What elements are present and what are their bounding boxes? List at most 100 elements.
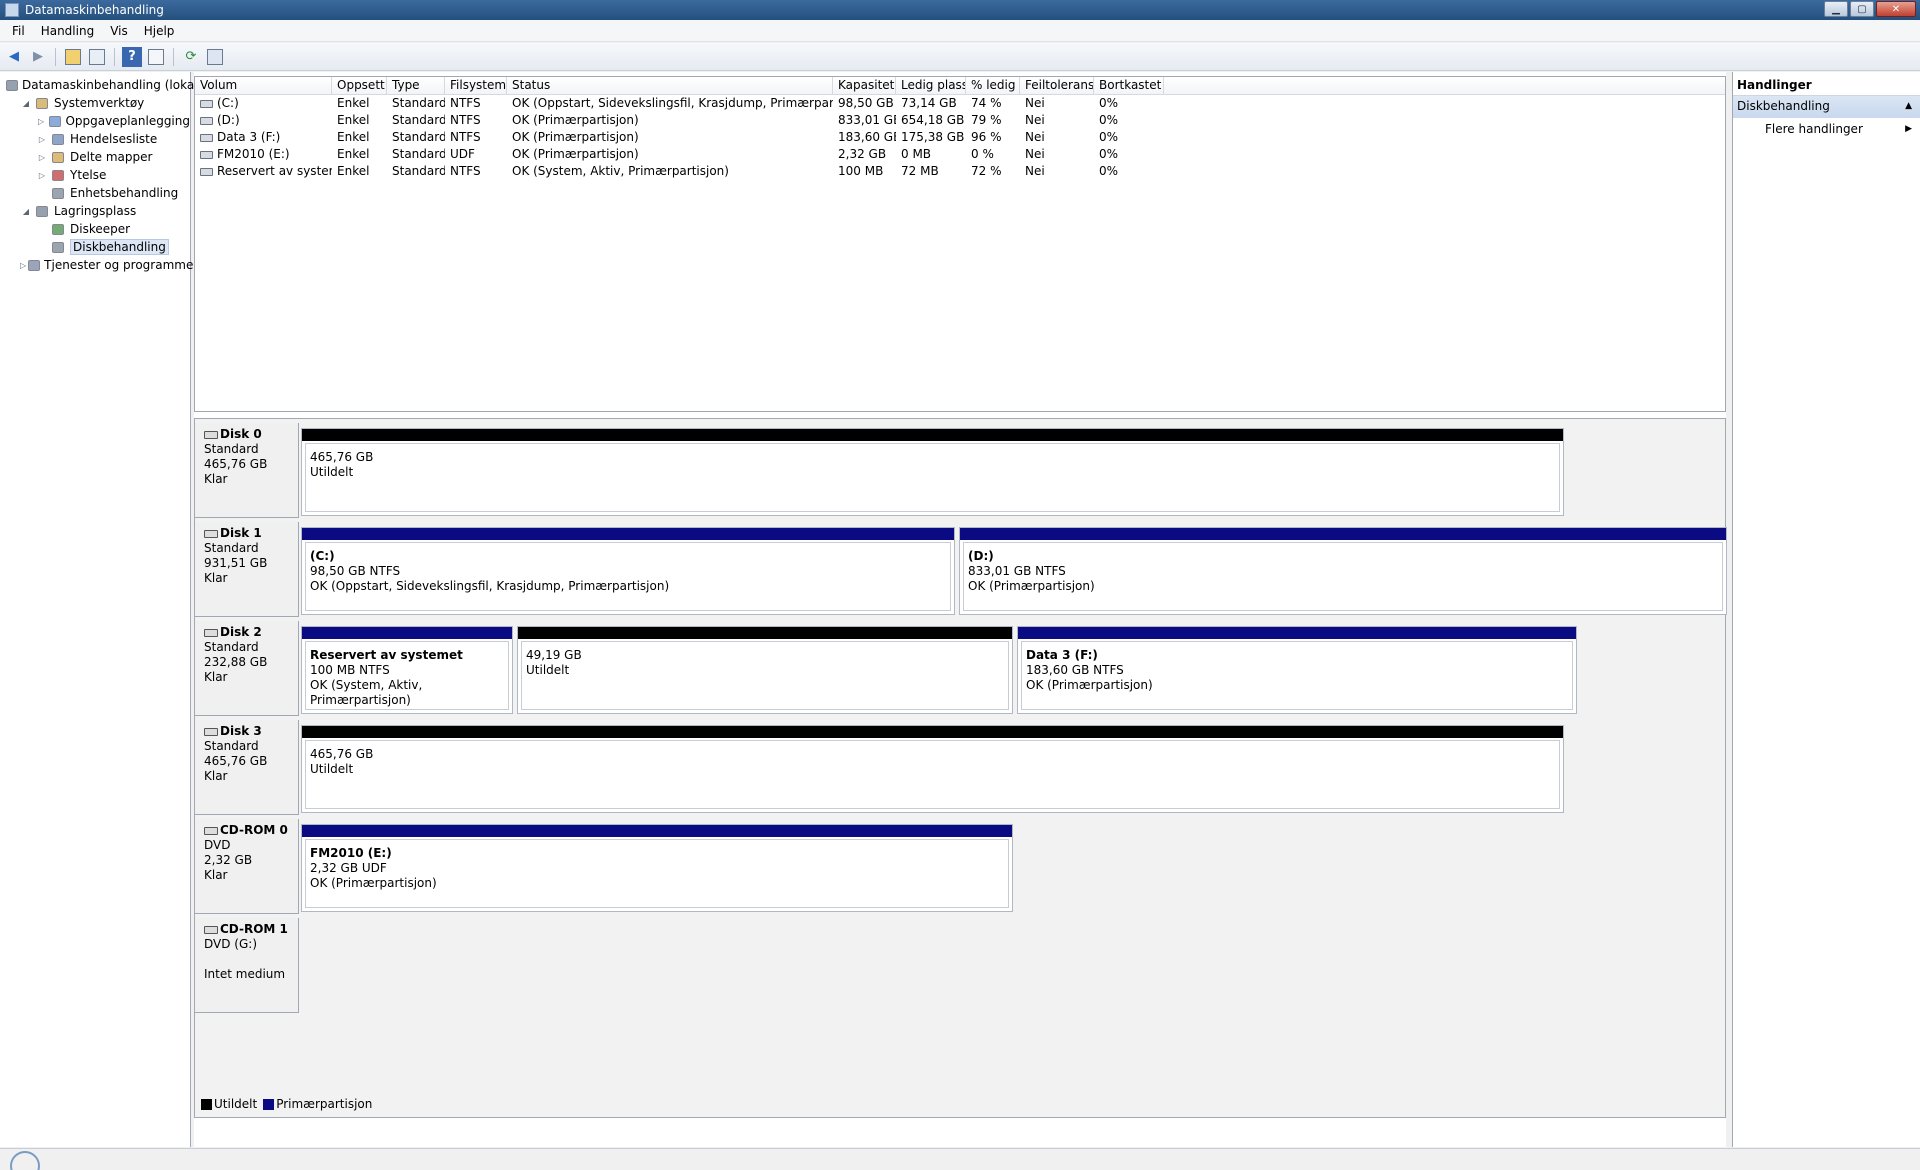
volume-cell: NTFS [445, 129, 507, 146]
help-icon[interactable]: ? [122, 46, 142, 67]
partition[interactable]: 49,19 GB Utildelt [517, 626, 1013, 714]
volume-cell-text: Standard [392, 164, 445, 178]
tree-item[interactable]: Diskeeper [0, 220, 190, 238]
tree-item[interactable]: Enhetsbehandling [0, 184, 190, 202]
volume-cell: OK (Oppstart, Sidevekslingsfil, Krasjdum… [507, 95, 833, 112]
tree-item-label: Diskbehandling [70, 239, 169, 255]
partition-size: 465,76 GB [310, 747, 374, 761]
disk-info[interactable]: Disk 3 Standard 465,76 GB Klar [195, 720, 299, 815]
show-hide-tree-icon[interactable] [87, 47, 107, 67]
volume-cell-text: Data 3 (F:) [217, 130, 281, 144]
expand-arrow-icon[interactable]: ▷ [36, 153, 48, 162]
expand-arrow-icon[interactable]: ◢ [20, 99, 32, 108]
tree-item[interactable]: Diskbehandling [0, 238, 190, 256]
expand-arrow-icon[interactable]: ▷ [36, 135, 48, 144]
expand-arrow-icon[interactable]: ▷ [36, 171, 48, 180]
tree-item[interactable]: ▷ Ytelse [0, 166, 190, 184]
tree-item[interactable]: ◢ Systemverktøy [0, 94, 190, 112]
partition[interactable]: FM2010 (E:) 2,32 GB UDF OK (Primærpartisjo… [301, 824, 1013, 912]
menu-view[interactable]: Vis [102, 24, 136, 38]
disk-name: Disk 3 [204, 724, 298, 739]
tree-item[interactable]: ▷ Tjenester og programmer [0, 256, 198, 274]
tree-node-icon [50, 132, 66, 146]
back-arrow-icon[interactable]: ◀ [4, 47, 24, 67]
partition-status: Utildelt [526, 663, 570, 677]
tree-item[interactable]: Datamaskinbehandling (lokal) [0, 76, 202, 94]
volume-cell-text: OK (Oppstart, Sidevekslingsfil, Krasjdum… [512, 96, 833, 110]
partition-status: OK (Primærpartisjon) [310, 876, 437, 890]
expand-arrow-icon[interactable]: ▷ [36, 117, 46, 126]
volume-cell-text: 100 MB [838, 164, 884, 178]
more-actions-item[interactable]: Flere handlinger ▶ [1733, 118, 1920, 140]
disk-name-label: Disk 3 [220, 724, 262, 738]
column-header[interactable]: Feiltoleranse [1020, 77, 1094, 94]
partition[interactable]: Data 3 (F:) 183,60 GB NTFS OK (Primærparti… [1017, 626, 1577, 714]
menu-action[interactable]: Handling [33, 24, 103, 38]
tree-item[interactable]: ▷ Hendelsesliste [0, 130, 190, 148]
column-header[interactable]: Ledig plass [896, 77, 966, 94]
tree-node-icon [34, 96, 50, 110]
disk-info[interactable]: CD-ROM 1 DVD (G:) Intet medium [195, 918, 299, 1013]
column-header[interactable]: Filsystem [445, 77, 507, 94]
volume-row[interactable]: FM2010 (E:) Enkel Standard UDF OK (Primærpar… [195, 146, 1725, 163]
column-header[interactable]: Status [507, 77, 833, 94]
up-folder-icon[interactable] [63, 47, 83, 67]
volume-cell-text: Nei [1025, 96, 1045, 110]
column-header[interactable]: Type [387, 77, 445, 94]
status-bar [0, 1148, 1920, 1170]
export-icon[interactable] [205, 47, 225, 67]
volume-cell-text: 0% [1099, 147, 1119, 161]
minimize-button[interactable]: ▁ [1824, 1, 1848, 17]
volume-row[interactable]: (D:) Enkel Standard NTFS OK (Primærpartisjon… [195, 112, 1725, 129]
volume-row[interactable]: Data 3 (F:) Enkel Standard NTFS OK (Primærpa… [195, 129, 1725, 146]
tree-item[interactable]: ▷ Oppgaveplanlegging [0, 112, 190, 130]
volume-row[interactable]: Reservert av systemet Enkel Standard NTFS OK… [195, 163, 1725, 180]
volume-cell: 72 % [966, 163, 1020, 180]
refresh-icon[interactable]: ⟳ [181, 47, 201, 67]
volume-cell: 96 % [966, 129, 1020, 146]
collapse-arrow-icon[interactable]: ▲ [1905, 99, 1912, 118]
column-header[interactable]: Oppsett [332, 77, 387, 94]
volume-row[interactable]: (C:) Enkel Standard NTFS OK (Oppstart, Sidev… [195, 95, 1725, 112]
close-button[interactable]: ✕ [1876, 1, 1916, 17]
column-header[interactable]: Kapasitet [833, 77, 896, 94]
partition[interactable]: Reservert av systemet 100 MB NTFS OK (Syst… [301, 626, 513, 714]
disk-info[interactable]: Disk 0 Standard 465,76 GB Klar [195, 423, 299, 518]
partition[interactable]: (C:) 98,50 GB NTFS OK (Oppstart, Sideveksl… [301, 527, 955, 615]
volume-list-rows: (C:) Enkel Standard NTFS OK (Oppstart, Sidev… [195, 95, 1725, 180]
disk-name: Disk 0 [204, 427, 298, 442]
maximize-button[interactable]: ▢ [1850, 1, 1874, 17]
partition-bar [518, 627, 1012, 639]
disk-type: DVD [204, 838, 231, 852]
volume-cell-text: 72 MB [901, 164, 939, 178]
partition[interactable]: 465,76 GB Utildelt [301, 428, 1564, 516]
column-header[interactable]: % ledig [966, 77, 1020, 94]
tree-node-icon [50, 150, 66, 164]
disk-row: Disk 1 Standard 931,51 GB Klar (C:) 98,50 GB … [195, 522, 1727, 617]
menu-file[interactable]: Fil [4, 24, 33, 38]
start-orb-icon[interactable] [10, 1151, 40, 1170]
partition-body: (C:) 98,50 GB NTFS OK (Oppstart, Sideveksl… [305, 542, 951, 611]
expand-arrow-icon[interactable]: ▷ [20, 261, 26, 270]
volume-cell: 175,38 GB [896, 129, 966, 146]
volume-cell-text: Enkel [337, 130, 370, 144]
volume-cell: OK (System, Aktiv, Primærpartisjon) [507, 163, 833, 180]
tree-item-label: Delte mapper [70, 150, 153, 164]
tree-item[interactable]: ◢ Lagringsplass [0, 202, 190, 220]
column-header[interactable]: Bortkastet [1094, 77, 1164, 94]
disk-info[interactable]: CD-ROM 0 DVD 2,32 GB Klar [195, 819, 299, 914]
disk-type: Standard [204, 442, 259, 456]
column-header[interactable]: Volum [195, 77, 332, 94]
toolbar-separator [114, 47, 115, 66]
partition[interactable]: (D:) 833,01 GB NTFS OK (Primærpartisjon) [959, 527, 1727, 615]
actions-section-disk-management[interactable]: Diskbehandling ▲ [1733, 96, 1920, 118]
disk-info[interactable]: Disk 1 Standard 931,51 GB Klar [195, 522, 299, 617]
tree-node-icon [48, 114, 61, 128]
expand-arrow-icon[interactable]: ◢ [20, 207, 32, 216]
menu-help[interactable]: Hjelp [136, 24, 183, 38]
partition[interactable]: 465,76 GB Utildelt [301, 725, 1564, 813]
disk-info[interactable]: Disk 2 Standard 232,88 GB Klar [195, 621, 299, 716]
tree-item[interactable]: ▷ Delte mapper [0, 148, 190, 166]
forward-arrow-icon[interactable]: ▶ [28, 47, 48, 67]
properties-icon[interactable] [146, 47, 166, 67]
